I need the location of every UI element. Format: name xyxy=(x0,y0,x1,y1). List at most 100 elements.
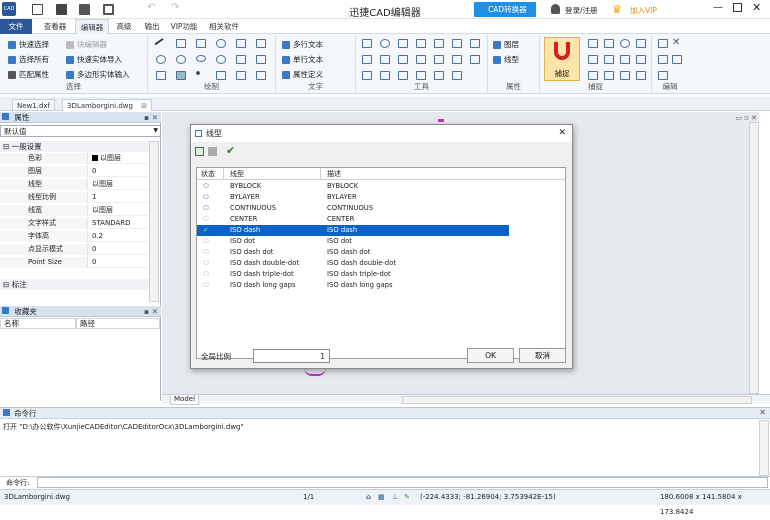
properties-scrollbar[interactable] xyxy=(149,141,159,302)
lengthen-icon[interactable] xyxy=(398,71,408,80)
array-icon[interactable] xyxy=(470,39,480,48)
pin-icon[interactable]: ▪ xyxy=(144,112,149,123)
tab-editor[interactable]: 编辑器 xyxy=(75,19,109,34)
solid-icon[interactable] xyxy=(216,71,226,80)
favorites-col-path[interactable]: 路径 xyxy=(76,318,160,329)
layer-button[interactable]: 图层 xyxy=(493,39,519,50)
snap-toggle-icon[interactable]: ⌂ xyxy=(366,490,371,505)
property-row[interactable]: 线型 以图层 xyxy=(0,179,149,190)
multiline-text-button[interactable]: 多行文本 xyxy=(282,39,323,50)
paste-block-icon[interactable] xyxy=(658,71,668,80)
fillet-icon[interactable] xyxy=(470,55,480,64)
property-value[interactable]: STANDARD xyxy=(90,218,148,229)
tab-related[interactable]: 相关软件 xyxy=(205,19,243,34)
join-vip-link[interactable]: 加入VIP xyxy=(630,5,657,16)
close-tab-icon[interactable]: ⊠ xyxy=(141,102,147,110)
join-icon[interactable] xyxy=(434,55,444,64)
property-row[interactable]: 文字样式 STANDARD xyxy=(0,218,149,229)
favorites-close-icon[interactable]: ✕ xyxy=(152,306,158,317)
set-current-check-icon[interactable]: ✔ xyxy=(226,144,235,157)
ok-button[interactable]: OK xyxy=(467,348,514,363)
delete-icon[interactable]: ✕ xyxy=(672,37,680,48)
offset-icon[interactable] xyxy=(452,39,462,48)
table-icon[interactable] xyxy=(452,71,462,80)
point-icon[interactable] xyxy=(156,71,166,80)
properties-dropdown[interactable]: 默认值 ▼ xyxy=(0,125,161,137)
dot-icon[interactable] xyxy=(196,71,200,75)
chamfer-icon[interactable] xyxy=(452,55,462,64)
snap-intersection-icon[interactable] xyxy=(604,55,614,64)
scale-icon[interactable] xyxy=(398,39,408,48)
column-header-status[interactable]: 状态 xyxy=(197,168,224,180)
snap-center-icon[interactable] xyxy=(620,39,630,48)
canvas-vertical-scrollbar[interactable] xyxy=(749,122,759,394)
global-scale-input[interactable]: 1 xyxy=(253,349,330,363)
attribute-definition-button[interactable]: 属性定义 xyxy=(282,69,323,80)
snap-parallel-icon[interactable] xyxy=(636,71,646,80)
property-value[interactable]: 1 xyxy=(90,192,148,203)
select-all-button[interactable]: 选择所有 xyxy=(8,54,49,65)
doc-tab-new1[interactable]: New1.dxf xyxy=(12,99,55,111)
linetype-row[interactable]: ⬭ BYBLOCK BYBLOCK xyxy=(197,181,509,192)
cancel-button[interactable]: 取消 xyxy=(519,348,566,363)
dialog-close-button[interactable]: ✕ xyxy=(558,125,566,142)
mirror-icon[interactable] xyxy=(434,39,444,48)
ortho-toggle-icon[interactable]: ⊥ xyxy=(392,490,398,505)
property-row[interactable]: 字体高 0.2 xyxy=(0,231,149,242)
snap-node-icon[interactable] xyxy=(636,39,646,48)
close-button[interactable]: ✕ xyxy=(752,1,761,14)
pen-icon[interactable] xyxy=(236,55,246,64)
property-value[interactable]: 以图层 xyxy=(90,205,148,216)
linetype-row[interactable]: ⬭ CONTINUOUS CONTINUOUS xyxy=(197,203,509,214)
property-value[interactable]: 以图层 xyxy=(90,179,148,190)
doc-tab-lamborgini[interactable]: 3DLamborgini.dwg ⊠ xyxy=(62,99,153,111)
hatch-icon[interactable] xyxy=(236,39,246,48)
linetype-row[interactable]: ⬭ ISO dash triple-dot ISO dash triple-dot xyxy=(197,269,509,280)
arc-icon[interactable] xyxy=(176,55,186,64)
login-link[interactable]: 登录/注册 xyxy=(565,5,598,16)
property-row[interactable]: 色彩 以图层 xyxy=(0,153,149,164)
property-value[interactable]: 0 xyxy=(90,166,148,177)
linetype-row[interactable]: ⬭ ISO dot ISO dot xyxy=(197,236,509,247)
snap-endpoint-icon[interactable] xyxy=(588,39,598,48)
section-dimension[interactable]: ⊟ 标注 xyxy=(0,279,149,290)
property-row[interactable]: 线宽 以图层 xyxy=(0,205,149,216)
minimize-button[interactable]: — xyxy=(713,2,723,13)
load-linetype-icon[interactable] xyxy=(195,147,204,156)
polygon-draw-icon[interactable] xyxy=(256,55,266,64)
spline-icon[interactable] xyxy=(216,55,226,64)
favorites-pin-icon[interactable]: ▪ xyxy=(144,306,149,317)
polygon-entity-input-button[interactable]: 多边形实体输入 xyxy=(66,69,130,80)
snap-insert-icon[interactable] xyxy=(636,55,646,64)
maximize-button[interactable] xyxy=(733,3,742,12)
snap-tangent-icon[interactable] xyxy=(604,71,614,80)
tab-vip[interactable]: VIP功能 xyxy=(168,19,200,34)
property-row[interactable]: 线型比例 1 xyxy=(0,192,149,203)
column-header-linetype[interactable]: 线型 xyxy=(224,168,321,180)
section-general[interactable]: ⊟ 一般设置 xyxy=(0,141,149,152)
measure-icon[interactable] xyxy=(362,71,372,80)
column-header-description[interactable]: 描述 xyxy=(321,168,565,180)
cut-icon[interactable] xyxy=(672,55,682,64)
delete-linetype-icon[interactable] xyxy=(208,147,217,156)
curve-icon[interactable] xyxy=(216,39,226,48)
hatch-pattern-icon[interactable] xyxy=(176,71,186,80)
block-editor-button[interactable]: 块编辑器 xyxy=(66,39,107,50)
move-icon[interactable] xyxy=(362,39,372,48)
trace-icon[interactable] xyxy=(236,71,246,80)
panel-close-icon[interactable]: ✕ xyxy=(152,112,158,123)
linetype-row[interactable]: ⬭ ISO dash double-dot ISO dash double-dot xyxy=(197,258,509,269)
stretch-icon[interactable] xyxy=(362,55,372,64)
copy-clip-icon[interactable] xyxy=(658,39,668,48)
linetype-row[interactable]: ⬭ ISO dash dot ISO dash dot xyxy=(197,247,509,258)
snap-quadrant-icon[interactable] xyxy=(588,55,598,64)
circle-icon[interactable] xyxy=(156,55,166,64)
property-row[interactable]: Point Size 0 xyxy=(0,257,149,268)
canvas-horizontal-scrollbar[interactable] xyxy=(402,396,752,404)
linetype-row[interactable]: ⬭ ISO dash long gaps ISO dash long gaps xyxy=(197,280,509,291)
match-properties-button[interactable]: 匹配属性 xyxy=(8,69,49,80)
snap-perpendicular-icon[interactable] xyxy=(588,71,598,80)
copy-icon[interactable] xyxy=(416,39,426,48)
tab-output[interactable]: 输出 xyxy=(140,19,164,34)
quick-select-button[interactable]: 快速选择 xyxy=(8,39,49,50)
